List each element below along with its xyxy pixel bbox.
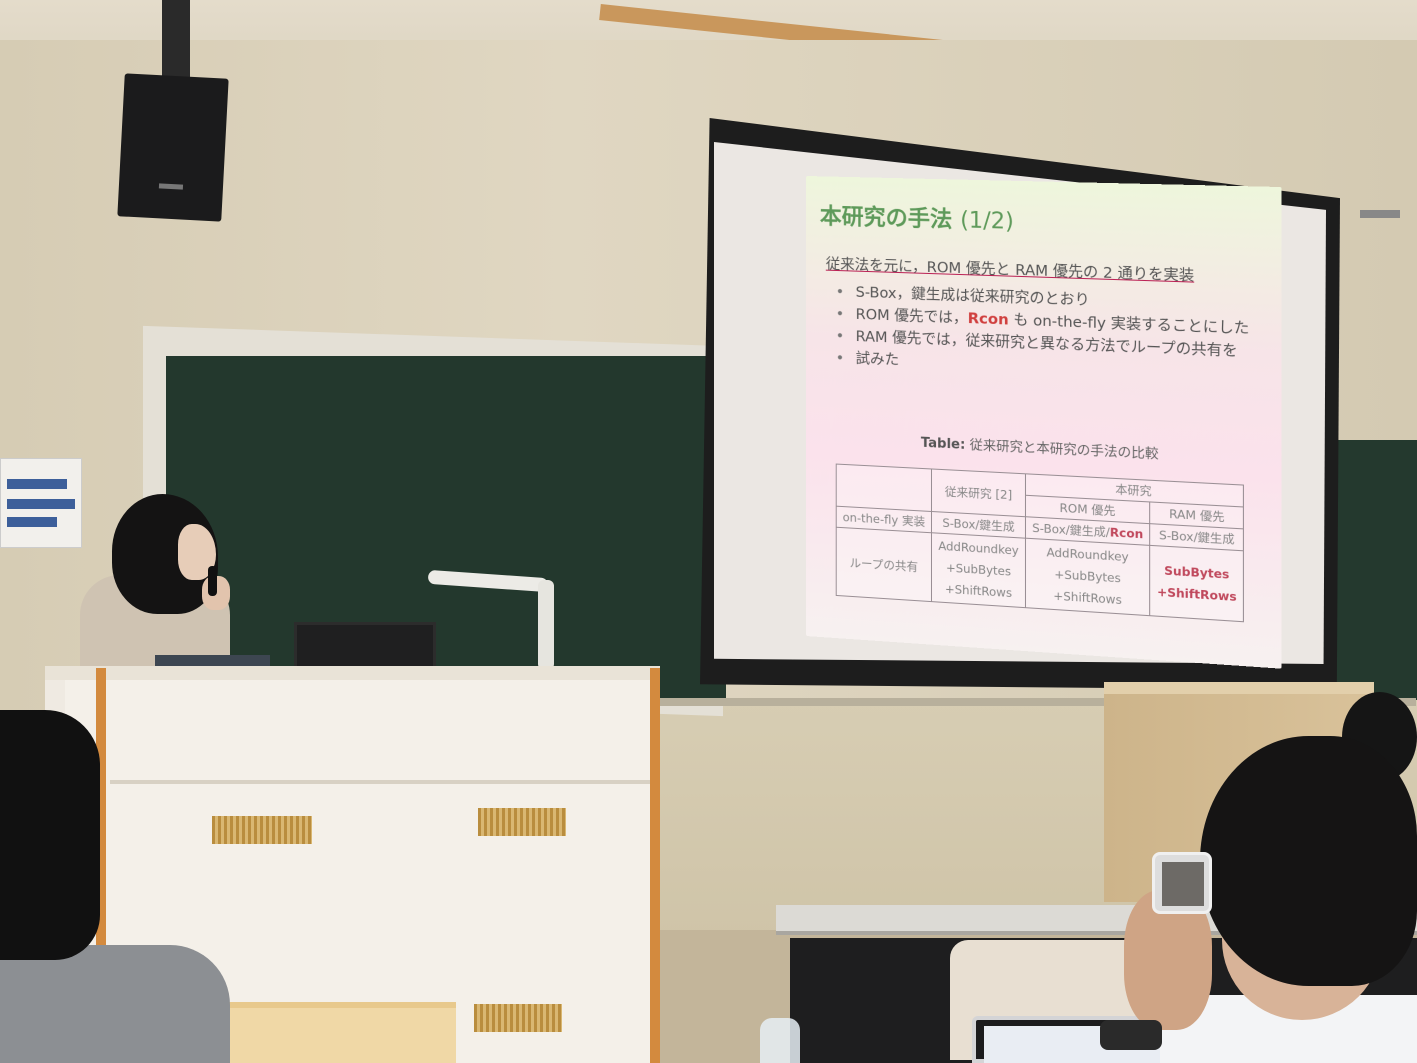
podium-vent	[212, 816, 312, 844]
slide-bullets: S-Box，鍵生成は従来研究のとおり ROM 優先では，Rcon も on-th…	[836, 281, 1250, 387]
podium-top	[45, 666, 660, 680]
table-corner	[836, 464, 932, 512]
podium-seam	[110, 780, 650, 784]
speaker-logo	[158, 183, 184, 190]
row-label: ループの共有	[836, 527, 932, 602]
slide-lead: 従来法を元に，ROM 優先と RAM 優先の 2 通りを実装	[825, 256, 1195, 285]
wristwatch	[1100, 1020, 1162, 1050]
podium-vent	[474, 1004, 562, 1032]
audience-head-right	[1200, 736, 1417, 986]
cell-previous: AddRoundkey +SubBytes +ShiftRows	[931, 532, 1026, 608]
slide-title-part: (1/2)	[960, 208, 1014, 235]
speaker-mount	[162, 0, 190, 80]
podium-vent	[478, 808, 566, 836]
header-previous-work: 従来研究 [2]	[931, 468, 1026, 517]
table-caption: Table: 従来研究と本研究の手法の比較	[920, 435, 1159, 463]
cell-ram: SubBytes +ShiftRows	[1150, 545, 1244, 622]
wall-poster	[0, 458, 82, 548]
blackboard-right	[1336, 440, 1417, 700]
podium-trim-right	[650, 668, 660, 1063]
wall-speaker	[117, 73, 229, 222]
audience-head-left	[0, 710, 100, 960]
side-lectern-top	[1104, 682, 1374, 694]
screen-vent	[1360, 210, 1400, 218]
emphasis-rcon: Rcon	[967, 310, 1009, 329]
presentation-slide: 本研究の手法 (1/2) 従来法を元に，ROM 優先と RAM 優先の 2 通り…	[806, 176, 1282, 669]
slide-title: 本研究の手法 (1/2)	[820, 198, 1014, 236]
comparison-table: 従来研究 [2] 本研究 ROM 優先 RAM 優先 on-the-fly 実装…	[835, 463, 1245, 623]
document-camera-pole	[538, 580, 554, 670]
slide-title-main: 本研究の手法	[819, 204, 953, 234]
cell-rom: AddRoundkey +SubBytes +ShiftRows	[1025, 538, 1151, 616]
blackboard	[166, 356, 726, 701]
water-bottle	[760, 1018, 800, 1063]
microphone	[208, 566, 217, 596]
smartphone-screen	[1162, 862, 1204, 906]
audience-shoulder-left	[0, 945, 230, 1063]
podium-monitor	[294, 622, 436, 672]
